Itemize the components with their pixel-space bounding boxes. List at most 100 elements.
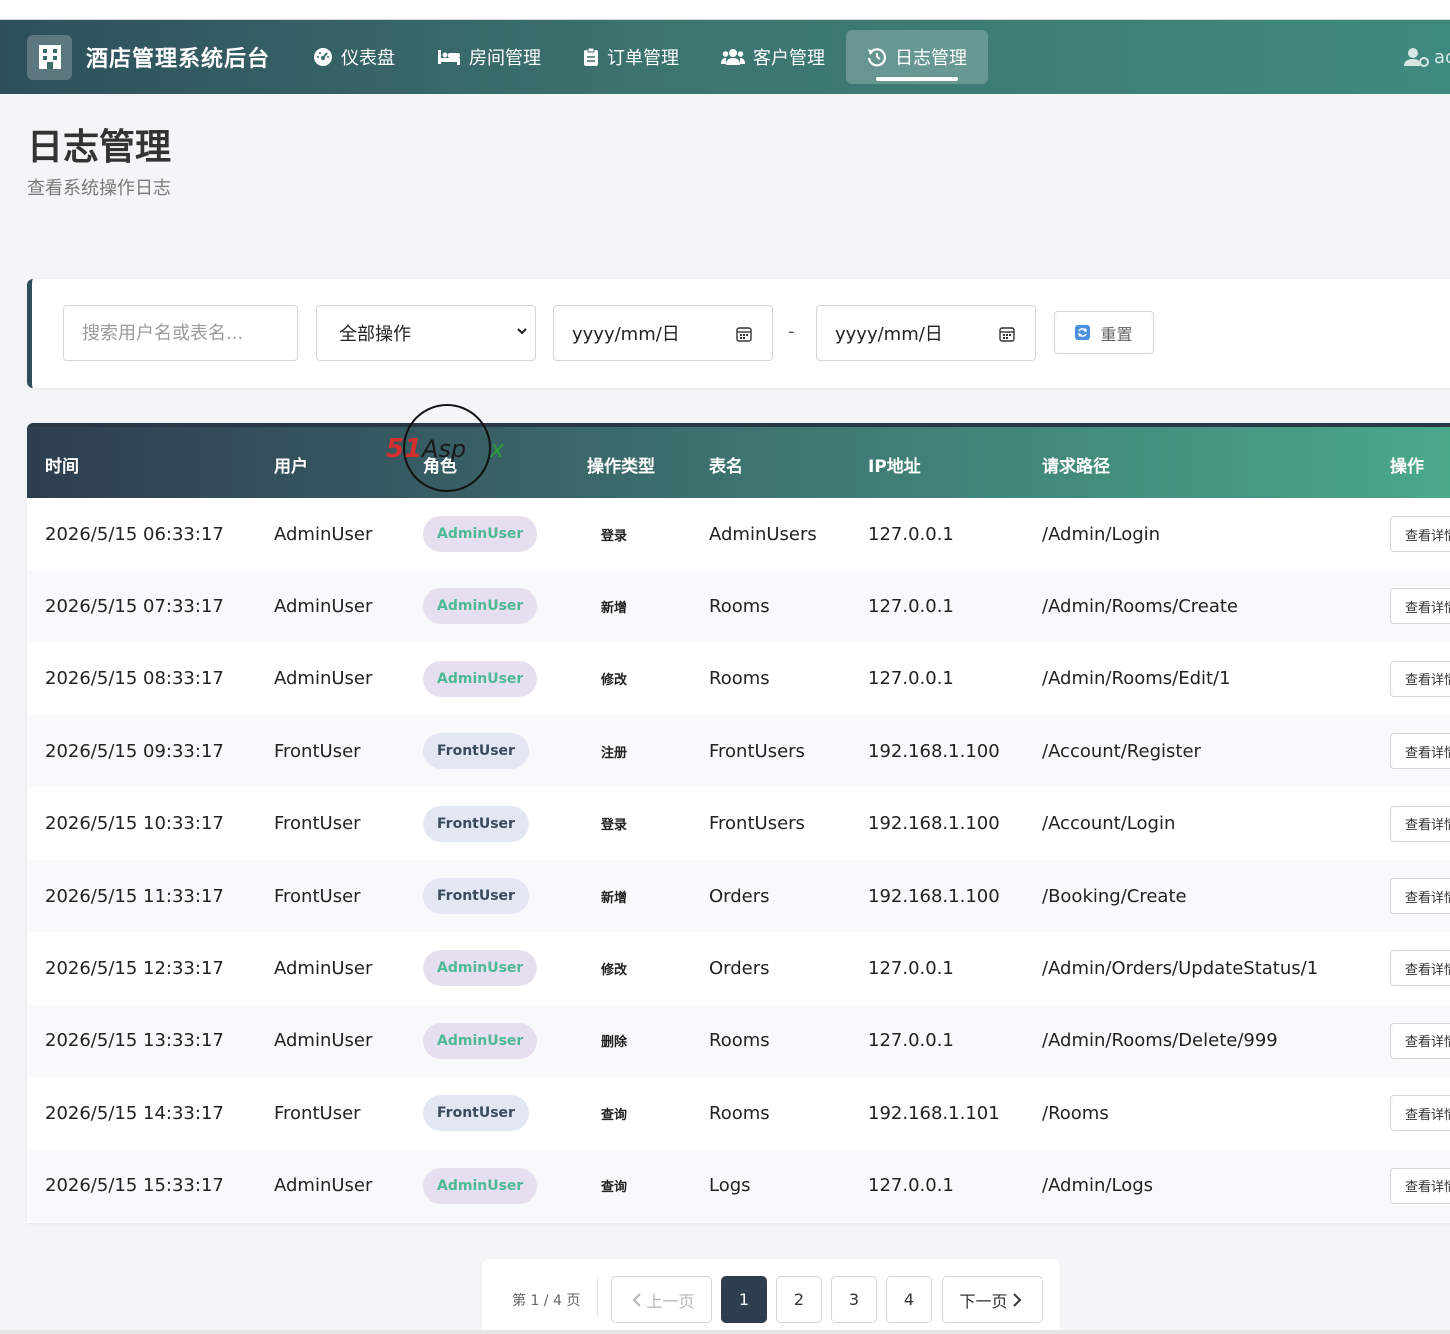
cell-time: 2026/5/15 09:33:17	[45, 715, 224, 787]
view-detail-button[interactable]: 查看详情	[1390, 878, 1450, 914]
cell-ip-address-text: 192.168.1.100	[868, 885, 1000, 907]
reset-button[interactable]: 重置	[1054, 311, 1154, 354]
cell-table-name: FrontUsers	[709, 715, 805, 787]
cell-request-path: /Admin/Rooms/Edit/1	[1042, 643, 1231, 715]
column-header-request-path[interactable]: 请求路径	[1042, 427, 1110, 502]
cell-request-path: /Admin/Logs	[1042, 1150, 1153, 1222]
role-badge: AdminUser	[423, 1022, 538, 1059]
cell-user: AdminUser	[274, 932, 372, 1004]
operation-type-select[interactable]: 全部操作	[316, 305, 536, 361]
cell-user: FrontUser	[274, 860, 361, 932]
view-detail-button[interactable]: 查看详情	[1390, 588, 1450, 625]
cell-user-text: FrontUser	[274, 885, 361, 907]
nav-item-rooms[interactable]: 房间管理	[416, 30, 562, 84]
view-detail-button[interactable]: 查看详情	[1390, 1022, 1450, 1059]
operation-type-label: 删除	[601, 1035, 628, 1051]
cell-operation-type: 登录	[601, 788, 627, 860]
page-button-3[interactable]: 3	[831, 1276, 877, 1323]
cell-ip-address: 192.168.1.100	[868, 860, 1000, 932]
date-value: yyyy/mm/日	[835, 324, 943, 345]
calendar-icon[interactable]	[736, 326, 752, 342]
cell-ip-address: 127.0.0.1	[868, 570, 954, 642]
search-input[interactable]	[63, 305, 298, 361]
cell-ip-address-text: 127.0.0.1	[868, 1175, 954, 1197]
role-badge: FrontUser	[423, 878, 529, 914]
operation-type-label: 查询	[601, 1107, 628, 1123]
cell-table-name: Orders	[709, 932, 770, 1004]
nav-label: 日志管理	[895, 48, 968, 69]
svg-text:51: 51	[386, 434, 422, 464]
end-date-input[interactable]: yyyy/mm/日	[816, 305, 1036, 361]
column-header-time[interactable]: 时间	[45, 427, 79, 502]
operation-type-label: 登录	[601, 528, 628, 544]
cell-operation-type: 新增	[601, 860, 627, 932]
brand[interactable]: 酒店管理系统后台	[27, 34, 270, 80]
cell-table-name: FrontUsers	[709, 788, 805, 860]
column-header-actions: 操作	[1390, 457, 1424, 477]
cell-ip-address: 192.168.1.100	[868, 715, 1000, 787]
column-header-operation-type[interactable]: 操作类型	[587, 427, 655, 502]
page-button-2[interactable]: 2	[776, 1276, 822, 1323]
refresh-icon	[1075, 325, 1091, 340]
cell-table-name-text: Orders	[709, 885, 770, 907]
nav-item-customers[interactable]: 客户管理	[700, 30, 846, 84]
cell-table-name: Rooms	[709, 1005, 770, 1077]
cell-actions: 查看详情	[1390, 932, 1450, 1004]
reset-label: 重置	[1100, 324, 1133, 344]
cell-actions: 查看详情	[1390, 1005, 1450, 1077]
cell-time: 2026/5/15 06:33:17	[45, 498, 224, 570]
cell-request-path-text: /Admin/Logs	[1042, 1175, 1154, 1197]
next-label: 下一页	[959, 1291, 1008, 1311]
cell-actions: 查看详情	[1390, 715, 1450, 787]
view-detail-button[interactable]: 查看详情	[1390, 805, 1450, 842]
cell-table-name-text: Rooms	[709, 668, 770, 690]
cell-user: AdminUser	[274, 570, 372, 642]
svg-text:x: x	[489, 435, 505, 463]
cell-request-path: /Admin/Rooms/Create	[1042, 570, 1238, 642]
view-detail-button[interactable]: 查看详情	[1390, 1167, 1450, 1204]
cell-request-path-text: /Admin/Orders/UpdateStatus/1	[1042, 957, 1319, 979]
column-header-table-name[interactable]: 表名	[709, 427, 743, 502]
cell-actions: 查看详情	[1390, 788, 1450, 860]
cell-user: FrontUser	[274, 1077, 361, 1149]
nav-label: 客户管理	[753, 48, 826, 69]
user-gear-icon	[1404, 48, 1429, 67]
history-icon	[867, 48, 887, 67]
table-row: 2026/5/15 09:33:17 FrontUser FrontUser 注册 Fr…	[27, 715, 1450, 788]
nav-label: 仪表盘	[341, 48, 396, 69]
role-badge: AdminUser	[423, 588, 538, 625]
view-detail-button[interactable]: 查看详情	[1390, 516, 1450, 552]
cell-ip-address-text: 192.168.1.100	[868, 813, 1000, 835]
table-row: 2026/5/15 14:33:17 FrontUser FrontUser 查询 Ro…	[27, 1077, 1450, 1149]
nav-item-dashboard[interactable]: 仪表盘	[292, 30, 416, 84]
prev-label: 上一页	[646, 1291, 695, 1311]
next-page-button[interactable]: 下一页	[942, 1276, 1043, 1323]
view-detail-button[interactable]: 查看详情	[1390, 1095, 1450, 1132]
cell-time: 2026/5/15 10:33:17	[45, 788, 224, 860]
role-badge: AdminUser	[423, 950, 538, 987]
table-row: 2026/5/15 15:33:17 AdminUser AdminUser 查询 Lo…	[27, 1149, 1450, 1222]
page-button-4[interactable]: 4	[886, 1276, 932, 1323]
operation-type-label: 修改	[601, 962, 628, 978]
nav-item-logs[interactable]: 日志管理	[846, 30, 989, 84]
page-title: 日志管理	[27, 127, 172, 168]
pagination: 第 1 / 4 页 上一页 1 2 3 4 下一页	[482, 1259, 1060, 1334]
user-menu[interactable]: ac	[1404, 20, 1450, 94]
start-date-input[interactable]: yyyy/mm/日	[553, 305, 773, 361]
view-detail-button[interactable]: 查看详情	[1390, 950, 1450, 987]
calendar-icon[interactable]	[999, 326, 1015, 342]
cell-table-name-text: Logs	[709, 1175, 751, 1197]
page-button-1[interactable]: 1	[721, 1276, 767, 1323]
prev-page-button[interactable]: 上一页	[611, 1276, 712, 1323]
view-detail-button[interactable]: 查看详情	[1390, 660, 1450, 697]
cell-role: AdminUser	[423, 932, 538, 1004]
cell-request-path: /Admin/Login	[1042, 498, 1160, 570]
nav-item-orders[interactable]: 订单管理	[562, 30, 700, 84]
cell-table-name-text: AdminUsers	[709, 523, 817, 545]
column-header-user[interactable]: 用户	[274, 427, 308, 502]
cell-ip-address: 192.168.1.100	[868, 788, 1000, 860]
column-header-ip-address[interactable]: IP地址	[868, 427, 921, 502]
cell-actions: 查看详情	[1390, 1150, 1450, 1222]
view-detail-button[interactable]: 查看详情	[1390, 733, 1450, 770]
cell-user-text: AdminUser	[274, 595, 373, 617]
